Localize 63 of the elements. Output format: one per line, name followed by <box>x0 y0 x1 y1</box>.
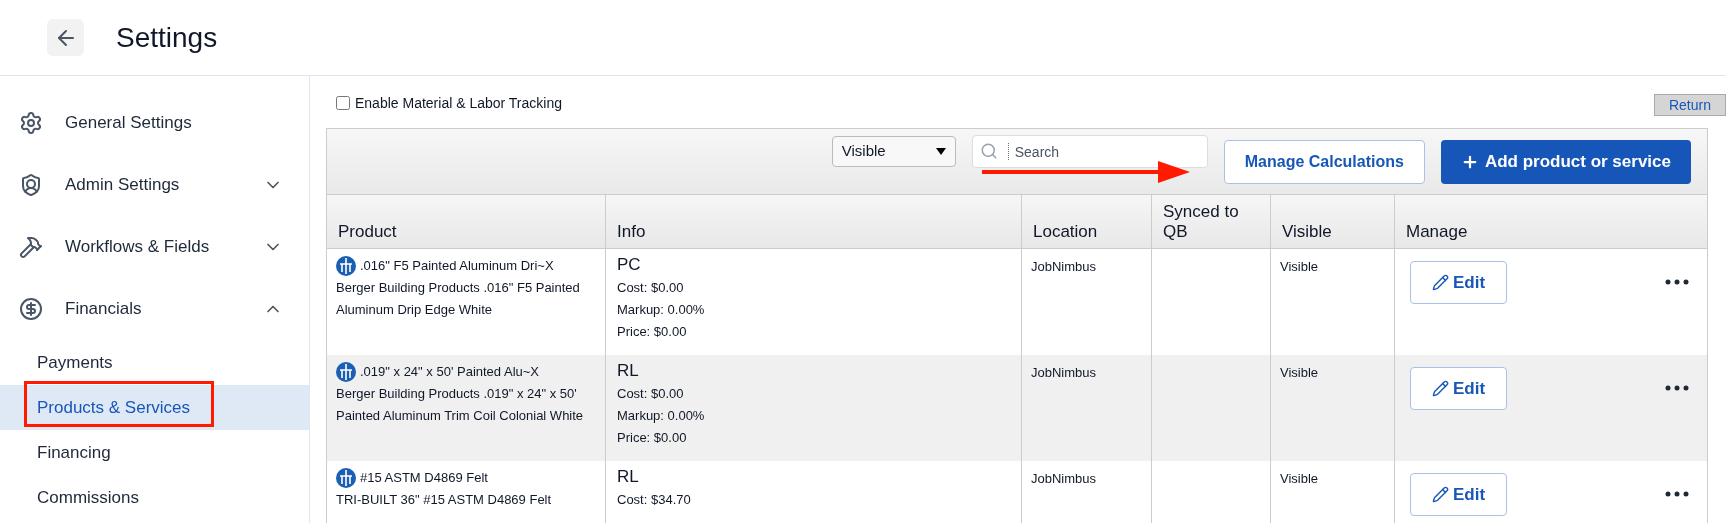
gear-icon <box>19 111 43 135</box>
page-title: Settings <box>116 20 218 55</box>
add-product-button[interactable]: Add product or service <box>1440 139 1691 184</box>
visible-cell: Visible <box>1280 471 1319 486</box>
edit-button[interactable]: Edit <box>1410 367 1507 410</box>
product-title: .016" F5 Painted Aluminum Dri~X <box>360 257 554 275</box>
cost-text: Cost: $34.70 <box>617 491 692 509</box>
visible-cell: Visible <box>1280 259 1319 274</box>
pencil-icon <box>1431 380 1449 397</box>
column-header: Visible <box>1282 222 1332 242</box>
edit-button[interactable]: Edit <box>1410 473 1507 516</box>
sidebar-subitem[interactable]: Financing <box>0 430 309 475</box>
unit-code: RL <box>617 466 640 488</box>
column-header: Product <box>338 222 397 242</box>
pencil-icon <box>1431 486 1449 503</box>
column-header: Info <box>617 222 646 242</box>
sidebar-item[interactable]: Workflows & Fields <box>0 216 309 278</box>
column-header: Synced to QB <box>1163 202 1240 242</box>
cost-text: Cost: $0.00 <box>617 385 685 403</box>
logo-icon <box>336 468 356 488</box>
product-title: #15 ASTM D4869 Felt <box>360 469 488 487</box>
product-description: TRI-BUILT 36" #15 ASTM D4869 Felt <box>336 491 553 509</box>
logo-icon <box>336 256 356 276</box>
sidebar-item[interactable]: Admin Settings <box>0 154 309 216</box>
search-icon <box>979 142 998 160</box>
product-description: Berger Building Products .019" x 24" x 50' Painted Aluminum Trim Coil Colonial White <box>336 385 585 425</box>
location-cell: JobNimbus <box>1031 259 1097 274</box>
more-options-icon[interactable] <box>1665 385 1689 391</box>
filter-dropdown[interactable]: Visible <box>831 136 956 167</box>
more-options-icon[interactable] <box>1665 491 1689 497</box>
product-description: Berger Building Products .016" F5 Painted Aluminum Drip Edge White <box>336 279 581 319</box>
tracking-label: Enable Material & Labor Tracking <box>355 93 562 113</box>
sidebar-subitem[interactable]: Products & Services <box>0 385 309 430</box>
markup-text: Markup: 0.00% <box>617 407 706 425</box>
cost-text: Cost: $0.00 <box>617 279 685 297</box>
dropdown-triangle-icon <box>935 148 946 155</box>
markup-text: Markup: 0.00% <box>617 301 706 319</box>
column-header: Location <box>1033 222 1098 242</box>
unit-code: RL <box>617 360 640 382</box>
hammer-icon <box>19 235 43 259</box>
sidebar-item[interactable]: Financials <box>0 278 309 340</box>
shield-user-icon <box>19 173 43 197</box>
back-button[interactable] <box>47 19 84 56</box>
location-cell: JobNimbus <box>1031 471 1097 486</box>
location-cell: JobNimbus <box>1031 365 1097 380</box>
unit-code: PC <box>617 254 642 276</box>
visible-cell: Visible <box>1280 365 1319 380</box>
pencil-icon <box>1431 274 1449 291</box>
return-button[interactable]: Return <box>1653 94 1726 116</box>
more-options-icon[interactable] <box>1665 279 1689 285</box>
logo-icon <box>336 362 356 382</box>
price-text: Price: $0.00 <box>617 429 688 447</box>
product-title: .019" x 24" x 50' Painted Alu~X <box>360 363 540 381</box>
sidebar-subitem[interactable]: Commissions <box>0 475 309 520</box>
search-field[interactable]: Search <box>971 135 1208 168</box>
sidebar-item[interactable]: General Settings <box>0 92 309 154</box>
column-header: Manage <box>1406 222 1468 242</box>
manage-calculations-button[interactable]: Manage Calculations <box>1223 139 1425 184</box>
price-text: Price: $0.00 <box>617 323 688 341</box>
dollar-icon <box>19 297 43 321</box>
tracking-checkbox[interactable] <box>336 96 350 110</box>
sidebar-subitem[interactable]: Payments <box>0 340 309 385</box>
edit-button[interactable]: Edit <box>1410 261 1507 304</box>
